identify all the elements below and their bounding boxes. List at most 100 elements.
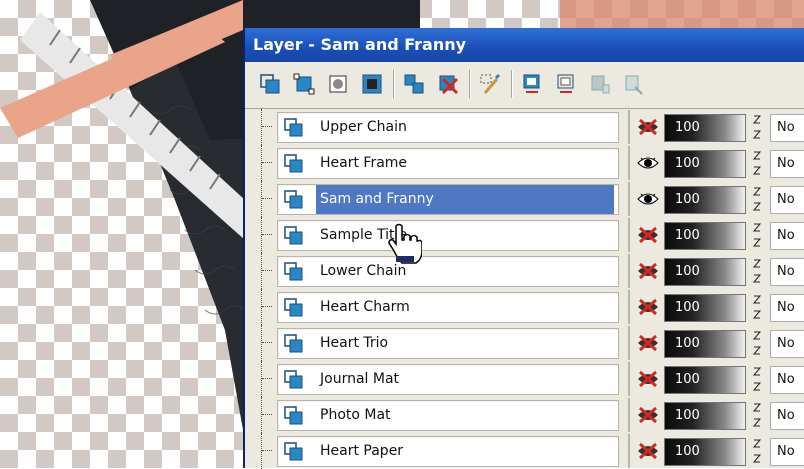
new-vector-layer-icon[interactable] [291,71,317,97]
tree-connector [261,181,276,217]
layer-row[interactable]: Journal Mat 100 No [245,361,804,397]
layer-properties: 100 No [628,110,804,144]
blend-mode-select[interactable]: No [770,330,804,358]
layer-name-box[interactable]: Sam and Franny [277,184,619,215]
blend-mode-value: No [777,336,795,351]
blend-mode-select[interactable]: No [770,114,804,142]
layer-row[interactable]: Heart Paper 100 No [245,433,804,469]
blend-mode-select[interactable]: No [770,222,804,250]
blend-mode-select[interactable]: No [770,186,804,214]
opacity-spinner-icon[interactable] [752,293,762,321]
tree-connector [261,433,276,469]
blend-mode-select[interactable]: No [770,258,804,286]
layer-row[interactable]: Upper Chain 100 No [245,109,804,145]
layer-properties: 100 No [628,182,804,216]
layer-row[interactable]: Sam and Franny 100 No [245,181,804,217]
opacity-spinner-icon[interactable] [752,221,762,249]
layer-row[interactable]: Heart Frame 100 No [245,145,804,181]
hidden-eye-icon[interactable] [636,367,660,391]
hidden-eye-icon[interactable] [636,115,660,139]
layer-name-box[interactable]: Journal Mat [277,364,619,395]
blend-mode-select[interactable]: No [770,366,804,394]
layer-row[interactable]: Heart Trio 100 No [245,325,804,361]
raster-layer-icon [284,118,304,138]
hidden-eye-icon[interactable] [636,331,660,355]
layer-properties: 100 No [628,218,804,252]
hand-cursor-icon [388,223,422,264]
blend-mode-value: No [777,156,795,171]
layer-row[interactable]: Photo Mat 100 No [245,397,804,433]
layer-name: Upper Chain [320,119,407,135]
opacity-spinner-icon[interactable] [752,185,762,213]
new-adjustment-layer-icon[interactable] [359,71,385,97]
window-title[interactable]: Layer - Sam and Franny [245,28,804,62]
hidden-eye-icon[interactable] [636,259,660,283]
hide-all-layers-icon[interactable] [553,71,579,97]
opacity-spinner-icon[interactable] [752,401,762,429]
opacity-spinner-icon[interactable] [752,257,762,285]
blend-mode-select[interactable]: No [770,294,804,322]
opacity-slider[interactable]: 100 [664,438,746,466]
opacity-value: 100 [675,192,700,207]
edit-selection-icon[interactable] [477,71,503,97]
layer-name-box[interactable]: Heart Paper [277,436,619,467]
layer-row[interactable]: Lower Chain 100 No [245,253,804,289]
raster-layer-icon [284,298,304,318]
delete-layer-icon[interactable] [435,71,461,97]
layer-name: Journal Mat [320,371,400,387]
opacity-slider[interactable]: 100 [664,294,746,322]
opacity-slider[interactable]: 100 [664,186,746,214]
eye-icon[interactable] [636,151,660,175]
layer-row[interactable]: Sample Title 100 No [245,217,804,253]
opacity-spinner-icon[interactable] [752,329,762,357]
layer-name-box[interactable]: Upper Chain [277,112,619,143]
link-layers-icon[interactable] [587,71,613,97]
tree-connector [261,145,276,181]
raster-layer-icon [284,190,304,210]
hidden-eye-icon[interactable] [636,295,660,319]
layer-name: Sam and Franny [316,185,614,214]
hidden-eye-icon[interactable] [636,439,660,463]
blend-mode-value: No [777,300,795,315]
layer-name-box[interactable]: Photo Mat [277,400,619,431]
opacity-slider[interactable]: 100 [664,366,746,394]
opacity-spinner-icon[interactable] [752,365,762,393]
new-raster-layer-icon[interactable] [257,71,283,97]
show-all-layers-icon[interactable] [519,71,545,97]
blend-mode-select[interactable]: No [770,438,804,466]
tree-connector [261,109,276,145]
layer-name-box[interactable]: Heart Trio [277,328,619,359]
hidden-eye-icon[interactable] [636,403,660,427]
unlink-layers-icon[interactable] [621,71,647,97]
layer-row[interactable]: Heart Charm 100 No [245,289,804,325]
layer-palette-window: Layer - Sam and Franny Upper Chain 100 N… [243,28,804,469]
new-mask-layer-icon[interactable] [325,71,351,97]
blend-mode-value: No [777,372,795,387]
opacity-spinner-icon[interactable] [752,437,762,465]
eye-icon[interactable] [636,187,660,211]
opacity-value: 100 [675,156,700,171]
blend-mode-value: No [777,192,795,207]
layer-name-box[interactable]: Heart Charm [277,292,619,323]
raster-layer-icon [284,154,304,174]
blend-mode-select[interactable]: No [770,402,804,430]
opacity-slider[interactable]: 100 [664,222,746,250]
blend-mode-select[interactable]: No [770,150,804,178]
layer-name-box[interactable]: Lower Chain [277,256,619,287]
layer-name: Heart Frame [320,155,408,171]
opacity-slider[interactable]: 100 [664,402,746,430]
tree-connector [261,325,276,361]
layer-name-box[interactable]: Sample Title [277,220,619,251]
opacity-spinner-icon[interactable] [752,113,762,141]
duplicate-layer-icon[interactable] [401,71,427,97]
hidden-eye-icon[interactable] [636,223,660,247]
opacity-slider[interactable]: 100 [664,114,746,142]
opacity-slider[interactable]: 100 [664,150,746,178]
layer-name: Heart Charm [320,299,410,315]
layer-properties: 100 No [628,434,804,468]
opacity-slider[interactable]: 100 [664,330,746,358]
layer-properties: 100 No [628,398,804,432]
opacity-slider[interactable]: 100 [664,258,746,286]
layer-name-box[interactable]: Heart Frame [277,148,619,179]
opacity-spinner-icon[interactable] [752,149,762,177]
